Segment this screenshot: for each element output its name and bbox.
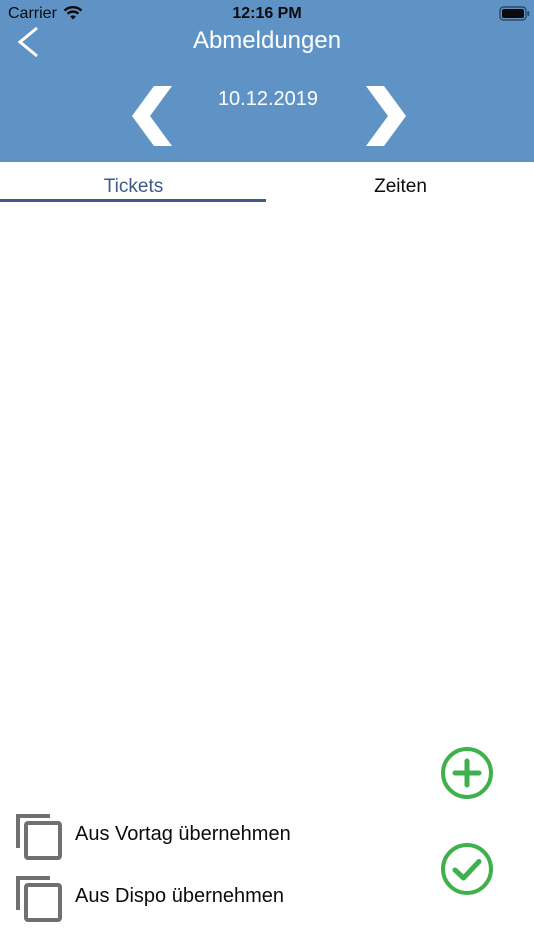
tickets-list xyxy=(0,204,534,744)
next-date-button[interactable] xyxy=(356,80,412,152)
add-button[interactable] xyxy=(440,746,494,800)
copy-icon xyxy=(16,876,62,922)
status-bar: Carrier 12:16 PM xyxy=(0,0,534,28)
plus-circle-icon xyxy=(441,747,493,799)
confirm-button[interactable] xyxy=(440,842,494,896)
battery-icon xyxy=(499,6,530,21)
selected-tab-indicator xyxy=(0,199,266,202)
copy-from-previous-day-button[interactable]: Aus Vortag übernehmen xyxy=(14,812,414,866)
copy-from-previous-day-label: Aus Vortag übernehmen xyxy=(75,823,291,845)
chevron-left-icon xyxy=(132,86,172,146)
chevron-right-icon xyxy=(366,86,406,146)
copy-icon xyxy=(16,814,62,860)
tab-bar: Tickets Zeiten xyxy=(0,162,534,204)
previous-date-button[interactable] xyxy=(126,80,182,152)
copy-from-dispo-button[interactable]: Aus Dispo übernehmen xyxy=(14,874,414,928)
tab-zeiten[interactable]: Zeiten xyxy=(267,162,534,202)
app-header: Carrier 12:16 PM Abmeldungen 10.12.2019 xyxy=(0,0,534,162)
status-time: 12:16 PM xyxy=(232,5,302,22)
tab-tickets[interactable]: Tickets xyxy=(0,162,267,202)
page-title: Abmeldungen xyxy=(192,27,342,54)
check-circle-icon xyxy=(441,843,493,895)
current-date: 10.12.2019 xyxy=(217,88,319,110)
copy-from-dispo-label: Aus Dispo übernehmen xyxy=(75,885,285,907)
